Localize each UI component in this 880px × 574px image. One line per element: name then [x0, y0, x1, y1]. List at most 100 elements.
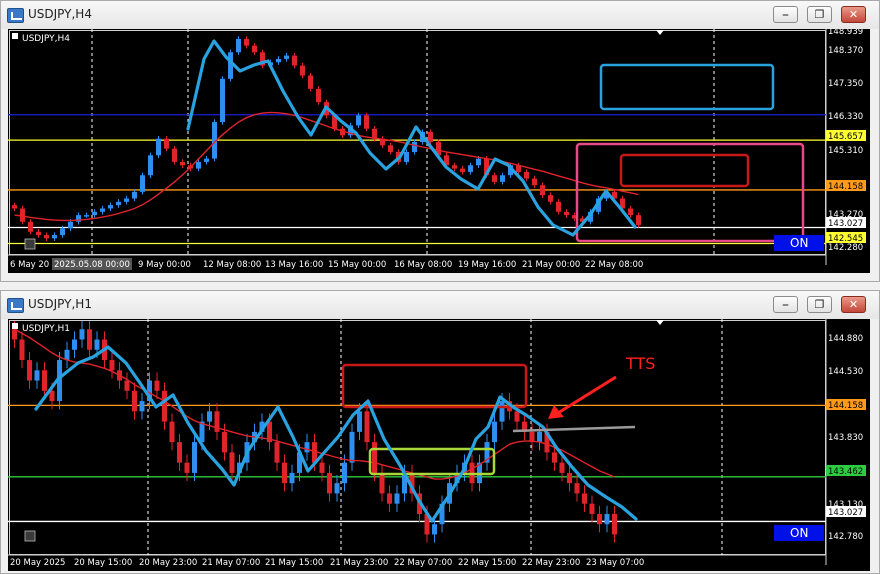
candle-body [252, 45, 257, 53]
time-axis-label: 16 May 08:00 [394, 260, 452, 270]
candle-body [20, 208, 25, 222]
time-axis-label: 13 May 16:00 [265, 260, 323, 270]
candle-body [72, 339, 77, 350]
time-axis-label: 22 May 23:00 [522, 558, 580, 568]
candle-body [492, 421, 497, 443]
candle-body [34, 370, 40, 381]
window-usdjpy-h4: USDJPY,H4 ⎯ ❐ ✕ USDJPY,H4 148.939 148.370 1… [0, 0, 880, 282]
candle-body [124, 380, 130, 391]
candle-body [334, 483, 340, 494]
window-usdjpy-h1: USDJPY,H1 ⎯ ❐ ✕ TTS USDJPY,H1 144.880 144.5… [0, 290, 880, 574]
candle-body [68, 221, 73, 229]
candle-body [124, 198, 129, 202]
candle-body [319, 462, 325, 473]
candle-body [304, 442, 310, 453]
candle-body [177, 442, 182, 463]
minimize-button[interactable]: ⎯ [773, 6, 798, 23]
time-axis-label: 20 May 15:00 [74, 558, 132, 568]
candle-body [372, 442, 377, 473]
price-axis-label: 143.027 [828, 508, 863, 518]
restore-icon: ❐ [814, 8, 825, 21]
candle-body [44, 235, 49, 239]
minimize-icon: ⎯ [782, 8, 789, 21]
h1-chart-svg: TTS USDJPY,H1 144.880 144.530 144.158 143.830… [8, 319, 866, 568]
crosshair-icon [24, 238, 36, 250]
time-axis-label: 6 May 20 [10, 260, 49, 270]
candle-body [548, 195, 553, 202]
candle-body [19, 339, 25, 361]
candle-body [36, 231, 41, 236]
candle-body [169, 421, 175, 443]
tts-annotation: TTS [625, 354, 655, 373]
candle-body [172, 148, 177, 162]
window-title: USDJPY,H1 [28, 297, 92, 311]
candle-body [282, 462, 287, 484]
price-axis-label: 148.939 [828, 29, 863, 37]
close-button[interactable]: ✕ [841, 296, 866, 313]
candle-body [537, 431, 542, 443]
close-button[interactable]: ✕ [841, 6, 866, 23]
candle-body [412, 142, 417, 152]
price-axis-label: 143.027 [828, 219, 863, 229]
symbol-marker-icon [12, 33, 18, 39]
zone-box [575, 142, 805, 243]
candle-body [12, 205, 17, 209]
candle-body [132, 390, 137, 412]
zone-box [599, 63, 775, 111]
candle-body [100, 208, 105, 212]
candle-body [244, 38, 249, 46]
symbol-marker-icon [12, 323, 18, 329]
candle-body [316, 88, 321, 103]
candle-body [559, 462, 565, 473]
candle-body [597, 513, 602, 525]
candle-body [394, 493, 400, 504]
time-axis-label: 21 May 00:00 [522, 260, 580, 270]
window-title: USDJPY,H4 [28, 7, 92, 21]
candle-body [108, 205, 113, 209]
price-axis-label: 144.530 [828, 367, 863, 377]
price-axis-label: 144.158 [828, 401, 863, 411]
chart-area[interactable]: USDJPY,H4 148.939 148.370 147.350 146.330 145… [8, 29, 870, 273]
restore-icon: ❐ [814, 298, 825, 311]
time-axis-label: 21 May 07:00 [202, 558, 260, 568]
candle-body [164, 138, 169, 149]
price-axis-label: 143.830 [828, 433, 863, 443]
candle-body [28, 221, 33, 232]
minimize-button[interactable]: ⎯ [773, 296, 798, 313]
zone-box [368, 447, 496, 476]
candle-body [109, 360, 115, 371]
restore-button[interactable]: ❐ [807, 6, 832, 23]
candle-body [612, 513, 617, 535]
candle-body [468, 165, 473, 172]
title-bar[interactable]: USDJPY,H4 ⎯ ❐ ✕ [1, 1, 879, 29]
candle-body [540, 185, 545, 196]
candle-body [236, 38, 241, 53]
time-axis-label: 20 May 23:00 [139, 558, 197, 568]
chart-app-icon [7, 8, 24, 23]
time-axis-label: 22 May 15:00 [458, 558, 516, 568]
time-axis-label: 21 May 23:00 [330, 558, 388, 568]
candle-body [52, 235, 57, 239]
candle-body [156, 138, 161, 156]
price-axis-label: 144.158 [828, 182, 863, 192]
chart-area[interactable]: TTS USDJPY,H1 144.880 144.530 144.158 143.830… [8, 319, 870, 571]
candle-body [139, 401, 145, 412]
candle-body [196, 161, 201, 169]
time-axis-label: 15 May 00:00 [328, 260, 386, 270]
candle-body [276, 58, 281, 63]
candle-body [500, 175, 505, 182]
candle-body [460, 168, 465, 172]
candle-body [524, 171, 529, 179]
candle-body [564, 211, 569, 216]
candle-body [300, 65, 305, 76]
candle-body [192, 442, 197, 473]
price-axis-label: 145.310 [828, 146, 863, 156]
candle-body [499, 401, 505, 422]
chart-app-icon [7, 298, 24, 313]
candle-body [532, 178, 537, 186]
candle-body [349, 431, 355, 463]
time-axis-label: 22 May 08:00 [585, 260, 643, 270]
title-bar[interactable]: USDJPY,H1 ⎯ ❐ ✕ [1, 291, 879, 319]
restore-button[interactable]: ❐ [807, 296, 832, 313]
candle-body [308, 75, 313, 89]
